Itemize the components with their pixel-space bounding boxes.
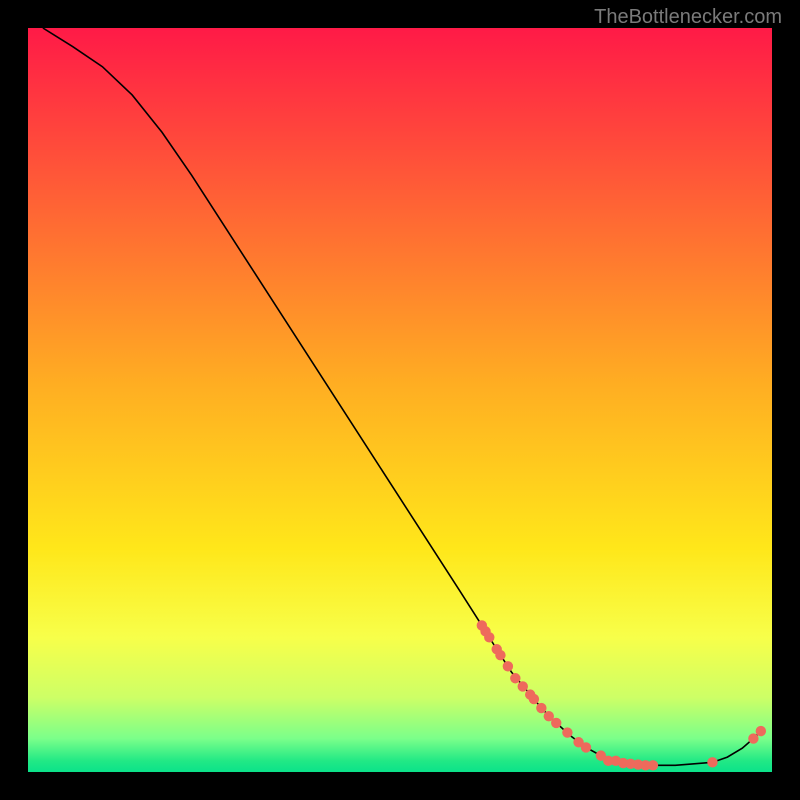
data-point-marker — [756, 726, 766, 736]
data-point-marker — [536, 703, 546, 713]
data-point-marker — [518, 681, 528, 691]
data-point-marker — [484, 632, 494, 642]
data-point-marker — [495, 650, 505, 660]
data-point-marker — [510, 673, 520, 683]
data-point-marker — [551, 718, 561, 728]
watermark-text: TheBottlenecker.com — [594, 6, 782, 29]
data-point-marker — [581, 742, 591, 752]
data-point-marker — [748, 733, 758, 743]
bottleneck-curve — [28, 28, 772, 772]
plot-area — [28, 28, 772, 772]
data-point-marker — [529, 694, 539, 704]
data-point-marker — [503, 661, 513, 671]
data-point-marker — [707, 757, 717, 767]
data-point-marker — [648, 760, 658, 770]
data-point-marker — [562, 727, 572, 737]
